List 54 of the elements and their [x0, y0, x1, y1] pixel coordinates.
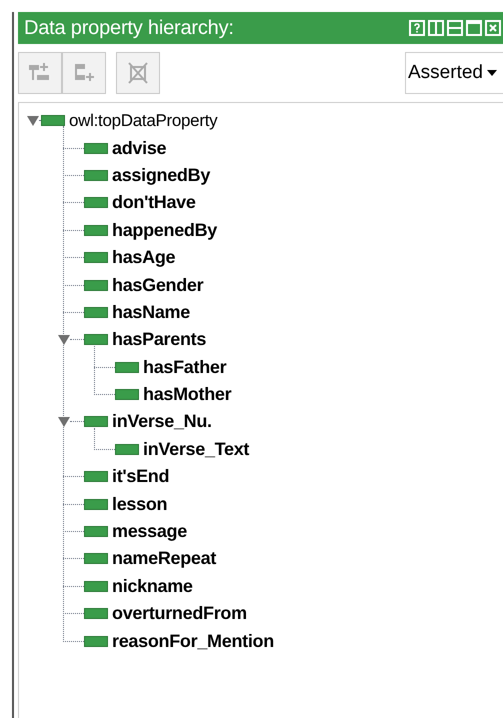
data-property-icon: [84, 608, 108, 620]
data-property-icon: [115, 389, 139, 400]
close-icon[interactable]: [485, 20, 501, 36]
tree-item[interactable]: hasAge: [112, 244, 176, 272]
tree-item[interactable]: lesson: [112, 490, 168, 518]
tree-item[interactable]: overturnedFrom: [112, 600, 247, 628]
split-vertical-icon[interactable]: [428, 20, 444, 36]
dropdown-caret-icon: [486, 70, 497, 76]
tree-item[interactable]: inVerse_Nu.: [112, 408, 212, 436]
expand-triangle-icon[interactable]: [27, 116, 39, 126]
data-property-icon: [84, 334, 108, 346]
data-property-icon: [84, 280, 108, 291]
tree-item[interactable]: hasParents: [112, 326, 206, 354]
data-property-icon: [115, 362, 139, 373]
tree-item[interactable]: message: [112, 518, 187, 546]
add-subproperty-button[interactable]: [18, 52, 62, 94]
expand-triangle-icon[interactable]: [58, 416, 70, 427]
tree-item[interactable]: assignedBy: [112, 162, 210, 189]
tree-item[interactable]: hasName: [112, 298, 190, 326]
data-property-icon: [84, 306, 108, 318]
tree-item[interactable]: inVerse_Text: [143, 436, 250, 463]
tree-item[interactable]: it'sEnd: [112, 463, 170, 490]
tree-item[interactable]: advise: [112, 134, 166, 162]
panel-title: Data property hierarchy:: [24, 16, 234, 41]
data-property-icon: [84, 416, 108, 428]
data-property-icon: [84, 580, 108, 592]
tree-item[interactable]: nameRepeat: [112, 545, 216, 572]
tree-item[interactable]: happenedBy: [112, 216, 218, 244]
add-sibling-button[interactable]: [62, 52, 106, 94]
tree-item[interactable]: reasonFor_Mention: [112, 628, 274, 655]
view-dropdown[interactable]: Asserted: [405, 52, 503, 94]
help-icon[interactable]: [409, 20, 425, 36]
data-property-icon: [84, 498, 108, 510]
tree-item[interactable]: hasGender: [112, 272, 204, 299]
maximize-icon[interactable]: [466, 20, 482, 36]
split-horizontal-icon[interactable]: [447, 20, 463, 36]
delete-button[interactable]: [116, 52, 160, 94]
data-property-icon: [84, 553, 108, 564]
data-property-icon: [84, 526, 108, 538]
data-property-icon: [84, 636, 108, 647]
tree-item[interactable]: nickname: [112, 572, 193, 600]
data-property-icon: [84, 252, 108, 264]
data-property-icon: [84, 471, 108, 482]
data-property-icon: [115, 444, 139, 455]
tree-item[interactable]: owl:topDataProperty: [69, 108, 218, 134]
data-property-icon: [84, 170, 108, 181]
tree-item[interactable]: don'tHave: [112, 189, 196, 216]
tree-item[interactable]: hasMother: [143, 381, 232, 408]
tree-item[interactable]: hasFather: [143, 354, 226, 381]
expand-triangle-icon[interactable]: [58, 334, 70, 345]
data-property-icon: [41, 115, 65, 126]
data-property-icon: [84, 142, 108, 154]
data-property-icon: [84, 197, 108, 208]
data-property-icon: [84, 224, 108, 236]
